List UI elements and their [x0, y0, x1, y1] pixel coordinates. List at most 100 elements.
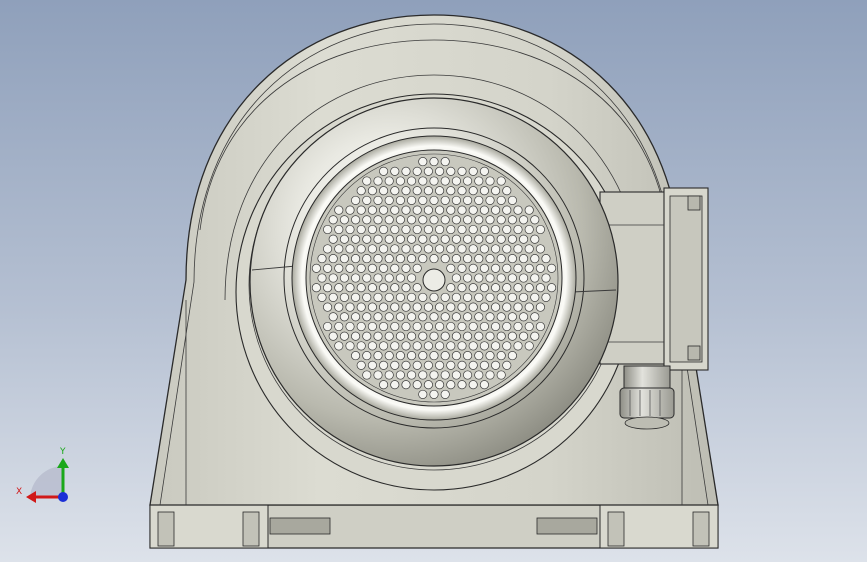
grille-hole	[339, 331, 349, 341]
grille-hole	[496, 331, 506, 341]
grille-hole	[507, 273, 517, 283]
grille-hole	[468, 283, 478, 293]
grille-hole	[373, 254, 383, 264]
grille-hole	[440, 351, 450, 361]
grille-hole	[362, 234, 372, 244]
grille-hole	[401, 205, 411, 215]
grille-hole	[435, 321, 445, 332]
grille-hole	[390, 283, 400, 293]
grille-hole	[412, 224, 422, 235]
grille-hole	[401, 360, 411, 370]
grille-hole	[418, 215, 428, 225]
grille-hole	[367, 205, 377, 215]
grille-hole	[412, 205, 422, 215]
grille-hole	[373, 370, 383, 380]
grille-hole	[317, 273, 327, 283]
grille-hole	[356, 224, 366, 235]
grille-hole	[339, 215, 349, 225]
grille-hole	[362, 176, 372, 186]
grille-hole	[412, 186, 422, 196]
grille-hole	[485, 292, 495, 302]
grille-hole	[373, 215, 383, 225]
grille-hole	[457, 205, 467, 215]
grille-hole	[463, 292, 473, 302]
grille-hole	[311, 263, 321, 273]
grille-hole	[457, 244, 467, 254]
grille-hole	[530, 254, 540, 264]
grille-hole	[345, 263, 355, 273]
grille-hole	[507, 351, 517, 361]
grille-hole	[485, 273, 495, 283]
grille-hole	[395, 176, 405, 186]
grille-hole	[379, 321, 389, 332]
grille-hole	[451, 351, 461, 361]
grille-hole	[479, 341, 489, 351]
grille-hole	[367, 302, 377, 312]
grille-hole	[418, 370, 428, 380]
graphics-viewport[interactable]: Y X	[0, 0, 867, 562]
grille-hole	[451, 312, 461, 322]
grille-hole	[345, 321, 355, 332]
coordinate-triad[interactable]: Y X	[16, 447, 69, 503]
grille-hole	[496, 195, 506, 205]
grille-hole	[356, 302, 366, 312]
grille-hole	[401, 244, 411, 254]
grille-hole	[535, 302, 545, 312]
grille-hole	[423, 244, 433, 254]
grille-hole	[507, 312, 517, 322]
grille-hole	[451, 176, 461, 186]
grille-hole	[429, 176, 439, 186]
grille-hole	[384, 292, 394, 302]
grille-hole	[541, 292, 551, 302]
grille-hole	[323, 244, 333, 254]
grille-hole	[468, 244, 478, 254]
grille-hole	[451, 331, 461, 341]
grille-hole	[535, 263, 545, 273]
grille-hole	[491, 224, 501, 235]
grille-hole	[463, 195, 473, 205]
grille-hole	[334, 205, 344, 215]
grille-hole	[440, 370, 450, 380]
grille-hole	[390, 244, 400, 254]
grille-hole	[513, 283, 523, 293]
grille-hole	[384, 195, 394, 205]
grille-hole	[530, 215, 540, 225]
grille-hole	[496, 351, 506, 361]
grille-hole	[485, 351, 495, 361]
grille-hole	[451, 234, 461, 244]
grille-hole	[451, 195, 461, 205]
grille-hole	[451, 273, 461, 283]
grille-hole	[407, 312, 417, 322]
grille-hole	[351, 234, 361, 244]
grille-hole	[491, 360, 501, 370]
grille-hole	[429, 254, 439, 264]
grille-hole	[485, 195, 495, 205]
grille-hole	[367, 263, 377, 273]
grille-hole	[457, 283, 467, 293]
grille-hole	[468, 166, 478, 176]
grille-hole	[418, 312, 428, 322]
grille-hole	[362, 254, 372, 264]
grille-hole	[474, 195, 484, 205]
grille-hole	[339, 273, 349, 283]
grille-hole	[451, 254, 461, 264]
grille-hole	[323, 224, 333, 235]
grille-hole	[351, 254, 361, 264]
grille-hole	[440, 157, 450, 167]
grille-hole	[463, 176, 473, 186]
grille-hole	[423, 186, 433, 196]
grille-hole	[479, 283, 489, 293]
grille-hole	[423, 380, 433, 390]
grille-hole	[328, 292, 338, 302]
grille-hole	[407, 292, 417, 302]
grille-hole	[334, 224, 344, 235]
grille-hole	[351, 195, 361, 205]
model-view[interactable]: Y X	[0, 0, 867, 562]
grille-hole	[395, 273, 405, 283]
grille-hole	[390, 166, 400, 176]
grille-hole	[435, 341, 445, 351]
grille-hole	[373, 176, 383, 186]
grille-hole	[407, 331, 417, 341]
grille-hole	[463, 351, 473, 361]
grille-hole	[491, 341, 501, 351]
